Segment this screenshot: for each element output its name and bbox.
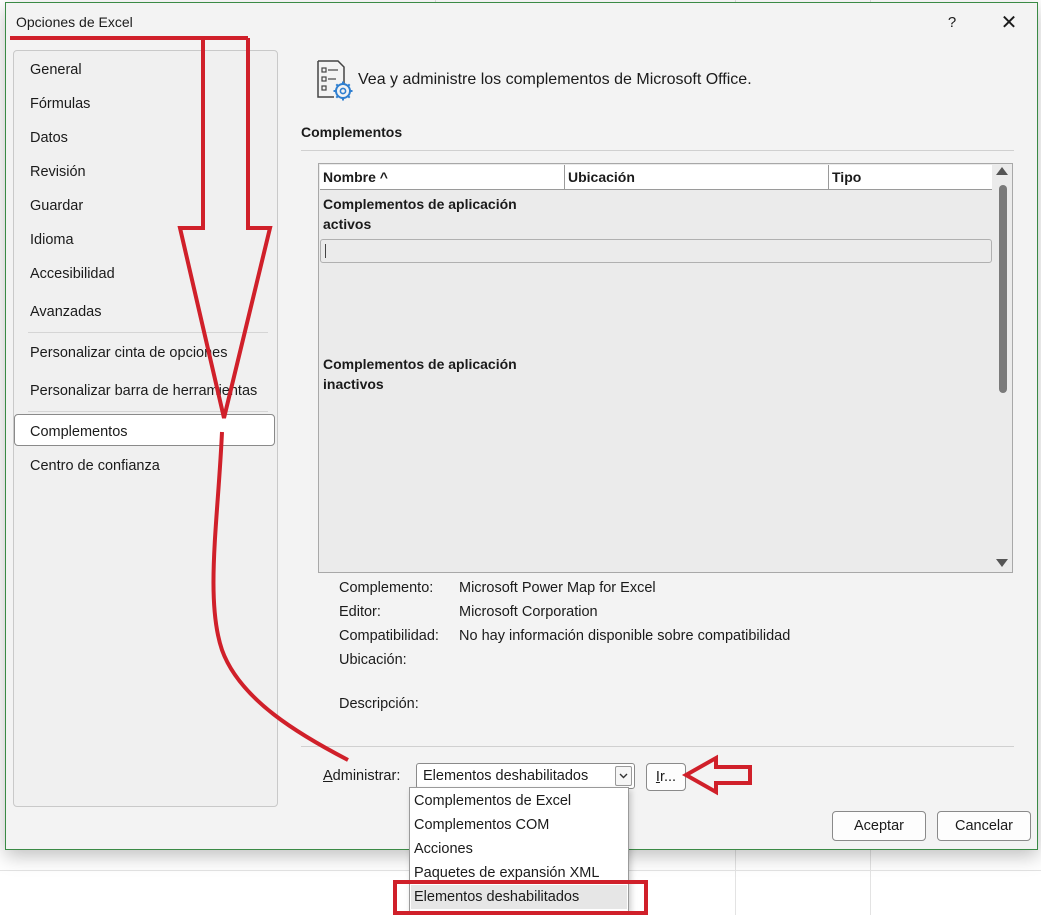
manage-select-value: Elementos deshabilitados — [423, 768, 589, 784]
column-header-tipo[interactable]: Tipo — [829, 165, 992, 189]
section-divider — [301, 150, 1014, 151]
group-label-line: inactivos — [323, 376, 384, 392]
nav-item-centro-confianza[interactable]: Centro de confianza — [30, 458, 160, 474]
detail-compat-label: Compatibilidad: — [339, 628, 439, 644]
help-button[interactable]: ? — [941, 12, 963, 34]
nav-item-guardar[interactable]: Guardar — [30, 198, 83, 214]
nav-item-accesibilidad[interactable]: Accesibilidad — [30, 266, 115, 282]
group-label-active: Complementos de aplicación activos — [323, 194, 517, 234]
detail-compat-value: No hay información disponible sobre comp… — [459, 628, 791, 644]
section-title: Complementos — [301, 124, 403, 140]
bottom-divider — [301, 746, 1014, 747]
column-header-nombre[interactable]: Nombre ^ — [320, 165, 565, 189]
detail-addin-label: Complemento: — [339, 580, 434, 596]
panel-header-text: Vea y administre los complementos de Mic… — [358, 71, 752, 88]
group-label-line: Complementos de aplicación — [323, 196, 517, 212]
dropdown-option-excel-addins[interactable]: Complementos de Excel — [414, 793, 571, 809]
manage-label-accesskey: A — [323, 768, 333, 784]
dropdown-option-xml-packs[interactable]: Paquetes de expansión XML — [414, 865, 599, 881]
close-button[interactable]: ✕ — [996, 10, 1022, 36]
nav-item-complementos[interactable]: Complementos — [30, 424, 128, 440]
nav-item-datos[interactable]: Datos — [30, 130, 68, 146]
manage-select[interactable]: Elementos deshabilitados — [416, 763, 635, 789]
nav-item-formulas[interactable]: Fórmulas — [30, 96, 90, 112]
nav-item-personalizar-barra[interactable]: Personalizar barra de herramientas — [30, 383, 257, 399]
addins-list[interactable]: Nombre ^ Ubicación Tipo Complementos de … — [318, 163, 1013, 573]
group-label-line: Complementos de aplicación — [323, 356, 517, 372]
detail-publisher-label: Editor: — [339, 604, 381, 620]
nav-item-personalizar-cinta[interactable]: Personalizar cinta de opciones — [30, 345, 227, 361]
focus-caret — [325, 244, 326, 258]
manage-label: Administrar: — [323, 768, 400, 784]
dropdown-option-actions[interactable]: Acciones — [414, 841, 473, 857]
go-button[interactable]: Ir... — [646, 763, 686, 791]
nav-item-general[interactable]: General — [30, 62, 82, 78]
ok-button[interactable]: Aceptar — [832, 811, 926, 841]
list-header: Nombre ^ Ubicación Tipo — [320, 165, 992, 190]
excel-options-dialog: Opciones de Excel ? ✕ General Fórmulas D… — [5, 2, 1038, 850]
manage-label-text: dministrar: — [332, 768, 401, 784]
group-label-inactive: Complementos de aplicación inactivos — [323, 354, 517, 394]
nav-divider — [28, 332, 268, 333]
nav-item-idioma[interactable]: Idioma — [30, 232, 74, 248]
title-bar: Opciones de Excel ? ✕ — [6, 3, 1037, 43]
scroll-up-icon[interactable] — [996, 167, 1008, 175]
dialog-title: Opciones de Excel — [16, 14, 133, 30]
nav-item-revision[interactable]: Revisión — [30, 164, 86, 180]
nav-item-avanzadas[interactable]: Avanzadas — [30, 304, 101, 320]
detail-publisher-value: Microsoft Corporation — [459, 604, 598, 620]
detail-location-label: Ubicación: — [339, 652, 407, 668]
addins-panel: Vea y administre los complementos de Mic… — [286, 43, 1031, 843]
dropdown-option-disabled-items[interactable]: Elementos deshabilitados — [414, 889, 579, 905]
options-nav: General Fórmulas Datos Revisión Guardar … — [13, 50, 278, 807]
scroll-down-icon[interactable] — [996, 559, 1008, 567]
addins-settings-icon — [317, 60, 353, 101]
dropdown-option-com-addins[interactable]: Complementos COM — [414, 817, 549, 833]
detail-description-label: Descripción: — [339, 696, 419, 712]
group-label-line: activos — [323, 216, 372, 232]
list-scrollbar[interactable] — [994, 165, 1011, 571]
chevron-down-icon[interactable] — [615, 766, 632, 786]
cancel-button[interactable]: Cancelar — [937, 811, 1031, 841]
column-header-ubicacion[interactable]: Ubicación — [565, 165, 829, 189]
detail-addin-value: Microsoft Power Map for Excel — [459, 580, 656, 596]
scroll-thumb[interactable] — [999, 185, 1007, 393]
go-button-label: r... — [659, 769, 677, 785]
manage-dropdown-list: Complementos de Excel Complementos COM A… — [409, 787, 629, 912]
nav-divider — [28, 411, 268, 412]
table-row[interactable] — [320, 239, 992, 263]
